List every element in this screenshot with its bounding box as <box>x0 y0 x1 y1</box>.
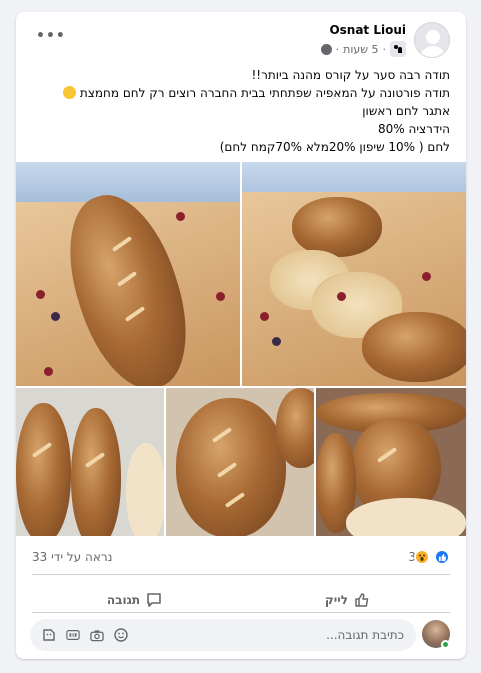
wow-reaction-icon <box>414 549 430 565</box>
comment-bubble-icon <box>147 593 161 607</box>
seen-by-count[interactable]: נראה על ידי 33 <box>32 550 112 564</box>
author-name[interactable]: Osnat Lioui <box>329 23 406 37</box>
meta-separator-2: · <box>335 42 340 56</box>
post-text-line: תודה פורטונה על המאפיה שפתחתי בבית החברה… <box>30 84 450 102</box>
more-options-button[interactable]: ••• <box>36 28 66 44</box>
photo-sliced-loaf[interactable] <box>242 162 466 386</box>
sticker-icon[interactable] <box>42 628 56 642</box>
like-icon <box>355 593 369 607</box>
online-status-icon <box>441 640 450 649</box>
audience-icon[interactable] <box>390 41 406 57</box>
photo-baguette-berries-1[interactable] <box>16 162 240 386</box>
like-label: לייק <box>324 593 349 607</box>
comment-label: תגובה <box>106 593 141 607</box>
post-text: תודה רבה סער על קורס מהנה ביותר!! תודה פ… <box>30 66 450 156</box>
globe-icon <box>320 43 332 55</box>
comment-input[interactable]: כתיבת תגובה... <box>30 619 416 651</box>
photo-baguettes-tray[interactable] <box>16 388 164 536</box>
emoji-icon[interactable] <box>114 628 128 642</box>
gif-icon[interactable] <box>66 628 80 642</box>
smile-emoji-icon <box>63 86 77 99</box>
photo-loaves-rack[interactable] <box>316 388 466 536</box>
post-text-line-2: תודה פורטונה על המאפיה שפתחתי בבית החברה… <box>79 86 450 100</box>
comment-tools <box>42 628 128 642</box>
comment-placeholder: כתיבת תגובה... <box>326 628 404 642</box>
actions-divider <box>32 612 450 613</box>
post-stats: נראה על ידי 33 3 <box>32 546 450 568</box>
meta-separator: · <box>382 42 387 56</box>
post-card: Osnat Lioui · 5 שעות · ••• תודה רבה סער … <box>16 12 466 659</box>
camera-icon[interactable] <box>90 628 104 642</box>
post-text-line: הידרציה 80% <box>378 122 450 136</box>
post-text-line: תודה רבה סער על קורס מהנה ביותר!! <box>251 68 450 82</box>
reactions-summary[interactable]: 3 <box>408 549 450 565</box>
stats-divider <box>32 574 450 575</box>
photo-loaf-closeup[interactable] <box>166 388 314 536</box>
like-reaction-icon <box>434 549 450 565</box>
post-time[interactable]: 5 שעות <box>343 43 378 56</box>
author-avatar[interactable] <box>414 22 450 58</box>
post-text-line: אתגר לחם ראשון <box>362 104 450 118</box>
post-text-line: לחם ( 10% שיפון 20%מלא 70%קמח לחם) <box>219 140 450 154</box>
post-meta: · 5 שעות · <box>320 41 406 57</box>
